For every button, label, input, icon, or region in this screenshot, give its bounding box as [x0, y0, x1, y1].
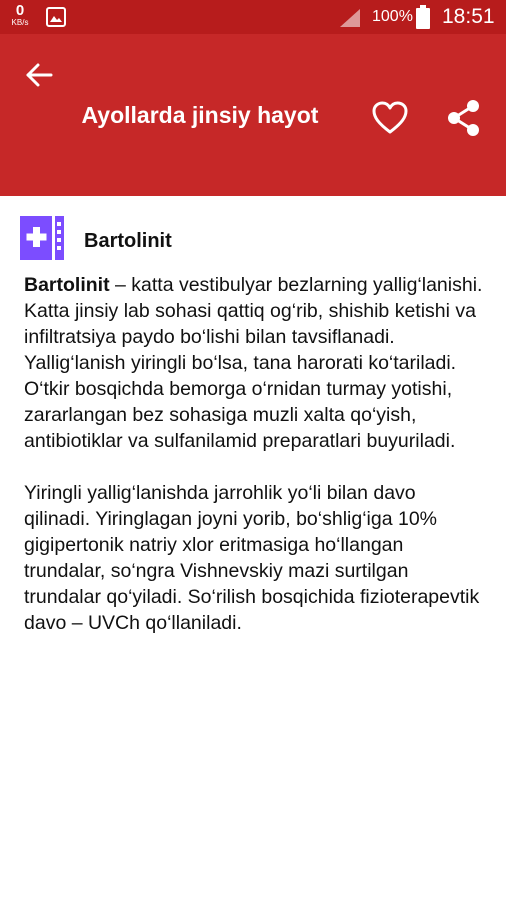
article-paragraph-2: Yiringli yallig‘lanishda jarrohlik yo‘li… — [24, 482, 480, 634]
arrow-back-icon — [26, 63, 53, 87]
share-button[interactable] — [444, 98, 484, 138]
article-paragraph-1: Bartolinit – katta vestibulyar bezlarnin… — [24, 272, 484, 454]
heart-outline-icon — [372, 101, 408, 134]
article-header: Bartolinit — [20, 216, 486, 262]
medical-book-icon — [20, 216, 64, 260]
article-term: Bartolinit — [24, 274, 110, 296]
article-body: Bartolinit – katta vestibulyar bezlarnin… — [24, 272, 484, 662]
image-notification-icon — [46, 7, 66, 32]
battery-percent: 100% — [372, 8, 413, 25]
signal-icon — [338, 8, 362, 33]
clock: 18:51 — [442, 5, 495, 28]
network-speed: 0 KB/s — [8, 3, 32, 27]
article-heading: Bartolinit — [84, 230, 172, 252]
network-speed-value: 0 — [15, 2, 25, 19]
article-paragraph-1-text: – katta vestibulyar bezlarning yallig‘la… — [24, 274, 483, 452]
network-speed-unit: KB/s — [11, 18, 29, 27]
page-title: Ayollarda jinsiy hayot — [81, 102, 319, 128]
back-button[interactable] — [22, 58, 56, 92]
app-bar: Ayollarda jinsiy hayot — [0, 34, 506, 196]
battery-icon — [416, 5, 430, 34]
status-bar: 0 KB/s 100% 18:51 — [0, 0, 506, 34]
share-icon — [448, 100, 479, 136]
favorite-button[interactable] — [370, 98, 410, 138]
